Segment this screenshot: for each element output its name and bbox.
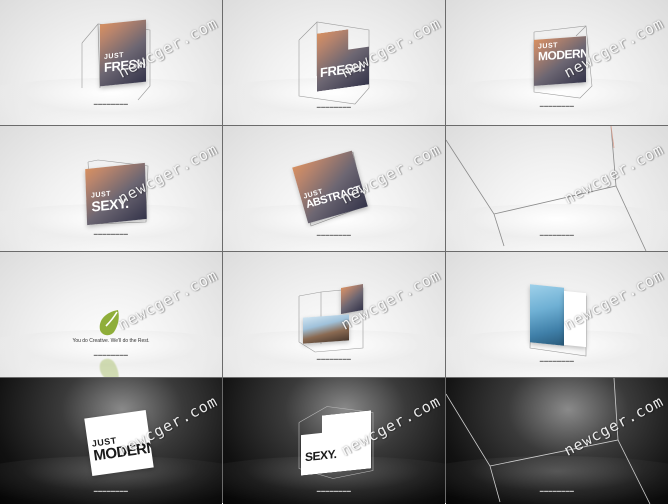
frame-2: FRESH. ▬▬▬▬▬▬▬▬ newcger.com (223, 0, 445, 125)
logo-caption: ▬▬▬▬▬▬▬▬ (93, 488, 129, 493)
logo-caption: ▬▬▬▬▬▬▬▬ (93, 231, 129, 236)
watermark-text: newcger.com (114, 266, 221, 334)
frame-11: SEXY. ▬▬▬▬▬▬▬▬ newcger.com (223, 378, 445, 504)
frame-1: JUST FRESH. ▬▬▬▬▬▬▬▬ newcger.com (0, 0, 222, 125)
frame-6: ▬▬▬▬▬▬▬▬ newcger.com (446, 126, 668, 251)
leaf-logo-reflection (99, 358, 119, 377)
logo-caption: ▬▬▬▬▬▬▬▬ (93, 101, 129, 106)
logo-caption: ▬▬▬▬▬▬▬▬ (316, 488, 352, 493)
frame-7: You do Creative. We'll do the Rest. ▬▬▬▬… (0, 252, 222, 377)
logo-caption: ▬▬▬▬▬▬▬▬ (316, 104, 352, 109)
logo-caption: ▬▬▬▬▬▬▬▬ (539, 488, 575, 493)
wireframe-lines (446, 378, 651, 504)
frame-12: ▬▬▬▬▬▬▬▬ newcger.com (446, 378, 668, 504)
frame-5: JUST ABSTRACT. ▬▬▬▬▬▬▬▬ newcger.com (223, 126, 445, 251)
headline-big: SEXY. (305, 446, 337, 465)
frame-8: ▬▬▬▬▬▬▬▬ newcger.com (223, 252, 445, 377)
logo-caption: ▬▬▬▬▬▬▬▬ (539, 358, 575, 363)
logo-caption: ▬▬▬▬▬▬▬▬ (539, 232, 575, 237)
logo-caption: ▬▬▬▬▬▬▬▬ (316, 356, 352, 361)
logo-caption: ▬▬▬▬▬▬▬▬ (539, 103, 575, 108)
photo-face (530, 284, 564, 346)
tagline: You do Creative. We'll do the Rest. (72, 338, 150, 344)
frame-4: JUST SEXY. ▬▬▬▬▬▬▬▬ newcger.com (0, 126, 222, 251)
frame-10: JUST MODERN ▬▬▬▬▬▬▬▬ newcger.com (0, 378, 222, 504)
frame-3: JUST MODERN. ▬▬▬▬▬▬▬▬ newcger.com (446, 0, 668, 125)
thumbnail-grid: JUST FRESH. ▬▬▬▬▬▬▬▬ newcger.com FRESH. … (0, 0, 668, 504)
logo-caption: ▬▬▬▬▬▬▬▬ (316, 232, 352, 237)
frame-9: ▬▬▬▬▬▬▬▬ newcger.com (446, 252, 668, 377)
